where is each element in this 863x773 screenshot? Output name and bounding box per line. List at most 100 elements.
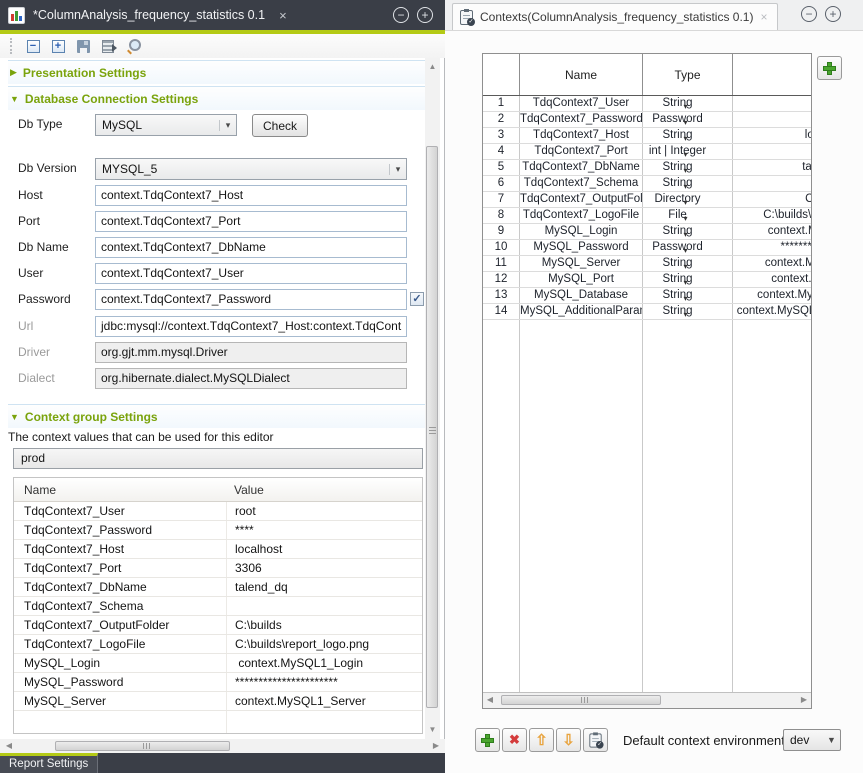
row-number-cell[interactable]: 2 [483, 112, 520, 127]
move-down-button[interactable]: ⇩ [556, 728, 581, 752]
vertical-scrollbar[interactable]: ▲ ▼ [425, 58, 440, 739]
context-value-cell[interactable]: talend_dq [733, 160, 812, 175]
row-number-cell[interactable]: 4 [483, 144, 520, 159]
context-name-cell[interactable]: MySQL_Database [520, 288, 643, 303]
row-number-cell[interactable]: 11 [483, 256, 520, 271]
context-value-cell[interactable]: root [733, 96, 812, 111]
db-type-combo[interactable]: MySQL ▾ [95, 114, 237, 136]
context-name-cell[interactable]: TdqContext7_Host [520, 128, 643, 143]
scrollbar-thumb[interactable] [501, 695, 661, 705]
scrollbar-thumb[interactable] [55, 741, 230, 751]
context-type-cell[interactable]: String▾ [643, 128, 733, 143]
context-group-name-field[interactable]: prod [13, 448, 423, 469]
context-value-cell[interactable]: C:\builds\report_logo.png [733, 208, 812, 223]
context-type-cell[interactable]: String▾ [643, 288, 733, 303]
context-variable-value[interactable]: C:\builds\report_logo.png [226, 635, 422, 653]
maximize-button[interactable]: + [825, 6, 841, 22]
scrollbar-thumb[interactable] [426, 146, 438, 708]
row-number-cell[interactable]: 3 [483, 128, 520, 143]
tab-report-settings[interactable]: Report Settings [0, 753, 98, 773]
collapse-all-button[interactable]: − [24, 37, 42, 55]
context-type-cell[interactable]: String▾ [643, 272, 733, 287]
context-value-cell[interactable]: ********************* [733, 240, 812, 255]
context-variable-value[interactable]: localhost [226, 540, 422, 558]
db-version-combo[interactable]: MYSQL_5 ▾ [95, 158, 407, 180]
context-name-cell[interactable]: MySQL_Server [520, 256, 643, 271]
context-type-cell[interactable]: Password▾ [643, 240, 733, 255]
context-type-cell[interactable]: int | Integer▾ [643, 144, 733, 159]
context-type-cell[interactable]: Directory▾ [643, 192, 733, 207]
context-variable-value[interactable]: talend_dq [226, 578, 422, 596]
generate-report-button[interactable] [99, 37, 117, 55]
maximize-button[interactable]: + [417, 7, 433, 23]
remove-variable-button[interactable]: ✖ [502, 728, 527, 752]
context-name-cell[interactable]: TdqContext7_LogoFile [520, 208, 643, 223]
manage-contexts-button[interactable]: ✓ [583, 728, 608, 752]
db-name-field[interactable]: context.TdqContext7_DbName [95, 237, 407, 258]
context-value-cell[interactable]: localhost [733, 128, 812, 143]
row-number-cell[interactable]: 7 [483, 192, 520, 207]
row-number-cell[interactable]: 12 [483, 272, 520, 287]
context-name-cell[interactable]: TdqContext7_Port [520, 144, 643, 159]
section-presentation-settings[interactable]: ▶ Presentation Settings [8, 60, 425, 84]
move-up-button[interactable]: ⇧ [529, 728, 554, 752]
row-number-cell[interactable]: 8 [483, 208, 520, 223]
scroll-right-icon[interactable]: ▶ [797, 693, 811, 707]
close-icon[interactable]: × [760, 10, 767, 24]
row-number-cell[interactable]: 10 [483, 240, 520, 255]
minimize-button[interactable]: − [393, 7, 409, 23]
context-type-cell[interactable]: File▾ [643, 208, 733, 223]
context-variable-value[interactable]: root [226, 502, 422, 520]
save-button[interactable] [74, 37, 92, 55]
context-type-cell[interactable]: String▾ [643, 256, 733, 271]
tab-contexts[interactable]: ✓ Contexts(ColumnAnalysis_frequency_stat… [452, 3, 778, 30]
context-name-cell[interactable]: TdqContext7_Schema [520, 176, 643, 191]
section-database-connection-settings[interactable]: ▼ Database Connection Settings [8, 86, 425, 110]
row-number-cell[interactable]: 1 [483, 96, 520, 111]
context-variable-value[interactable] [226, 597, 422, 615]
context-value-cell[interactable]: context.MySQL1_Port [733, 272, 812, 287]
scroll-left-icon[interactable]: ◀ [483, 693, 497, 707]
password-checkbox[interactable]: ✓ [410, 292, 424, 306]
scroll-up-icon[interactable]: ▲ [425, 60, 440, 74]
scroll-down-icon[interactable]: ▼ [425, 723, 440, 737]
context-value-cell[interactable] [733, 176, 812, 191]
context-value-cell[interactable]: context.MySQL1_Database [733, 288, 812, 303]
password-field[interactable]: context.TdqContext7_Password [95, 289, 407, 310]
tab-column-analysis[interactable]: *ColumnAnalysis_frequency_statistics 0.1… [0, 0, 297, 30]
context-name-cell[interactable]: TdqContext7_DbName [520, 160, 643, 175]
minimize-button[interactable]: − [801, 6, 817, 22]
row-number-cell[interactable]: 14 [483, 304, 520, 319]
row-number-cell[interactable]: 9 [483, 224, 520, 239]
context-name-cell[interactable]: MySQL_Port [520, 272, 643, 287]
default-context-environment-combo[interactable]: dev ▼ [783, 729, 841, 751]
scroll-left-icon[interactable]: ◀ [2, 739, 16, 753]
context-type-cell[interactable]: String▾ [643, 176, 733, 191]
context-name-cell[interactable]: TdqContext7_User [520, 96, 643, 111]
context-value-cell[interactable]: context.MySQL1_Server [733, 256, 812, 271]
context-type-cell[interactable]: Password▾ [643, 112, 733, 127]
context-variable-value[interactable]: **** [226, 521, 422, 539]
context-variable-value[interactable]: ********************** [226, 673, 422, 691]
user-field[interactable]: context.TdqContext7_User [95, 263, 407, 284]
context-type-cell[interactable]: String▾ [643, 224, 733, 239]
context-type-cell[interactable]: String▾ [643, 96, 733, 111]
context-value-cell[interactable]: 3306 [733, 144, 812, 159]
close-icon[interactable]: × [279, 8, 287, 23]
check-connection-button[interactable]: Check [252, 114, 308, 137]
context-name-cell[interactable]: TdqContext7_OutputFolder [520, 192, 643, 207]
expand-all-button[interactable]: + [49, 37, 67, 55]
row-number-cell[interactable]: 13 [483, 288, 520, 303]
section-context-group-settings[interactable]: ▼ Context group Settings [8, 404, 425, 428]
row-number-cell[interactable]: 6 [483, 176, 520, 191]
context-name-cell[interactable]: TdqContext7_Password [520, 112, 643, 127]
context-name-cell[interactable]: MySQL_AdditionalParams [520, 304, 643, 319]
context-type-cell[interactable]: String▾ [643, 304, 733, 319]
url-field[interactable]: jdbc:mysql://context.TdqContext7_Host:co… [95, 316, 407, 337]
add-context-column-button[interactable] [817, 56, 842, 80]
context-value-cell[interactable]: **** [733, 112, 812, 127]
context-variable-value[interactable]: context.MySQL1_Login [226, 654, 422, 672]
table-horizontal-scrollbar[interactable]: ◀ ▶ [483, 692, 811, 708]
context-value-cell[interactable]: C:\builds [733, 192, 812, 207]
port-field[interactable]: context.TdqContext7_Port [95, 211, 407, 232]
